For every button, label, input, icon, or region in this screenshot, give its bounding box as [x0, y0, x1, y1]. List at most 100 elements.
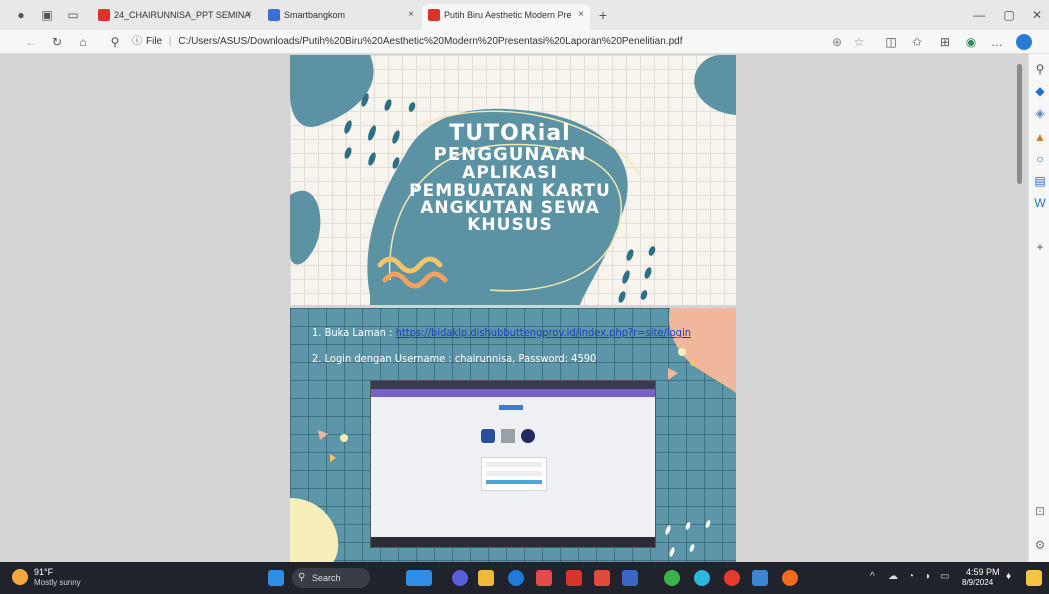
- edge-sidebar: ⚲ ◆ ◈ ▲ ○ ▤ W + ⊡ ⚙: [1028, 54, 1049, 562]
- embedded-password-field: [486, 471, 542, 476]
- minimize-button[interactable]: —: [972, 8, 986, 22]
- sidebar-people-icon[interactable]: ◈: [1033, 106, 1047, 120]
- wifi-icon[interactable]: ◔: [908, 571, 914, 582]
- pdf-icon: [428, 9, 440, 21]
- tab-label: Smartbangkom: [284, 10, 346, 20]
- tab-actions-icon[interactable]: ▭: [66, 8, 80, 22]
- embedded-header-button: [499, 405, 523, 410]
- step-1-label: 1. Buka Laman :: [312, 326, 396, 339]
- sidebar-settings-icon[interactable]: ⚙: [1033, 538, 1047, 552]
- title-line-1: TUTORial: [449, 121, 571, 146]
- weather-temp[interactable]: 91°F: [34, 567, 53, 577]
- site-icon: [268, 9, 280, 21]
- sidebar-tag-icon[interactable]: ◆: [1033, 84, 1047, 98]
- sidebar-outlook-icon[interactable]: ▤: [1033, 174, 1047, 188]
- embedded-taskbar: [371, 537, 655, 547]
- store-icon[interactable]: [536, 570, 552, 586]
- tab-label: 24_CHAIRUNNISA_PPT SEMINA: [114, 10, 251, 20]
- slide-steps-page: 1. Buka Laman : https://bidaklp.dishubbu…: [290, 308, 736, 562]
- notification-icon[interactable]: ♦: [1006, 571, 1011, 582]
- home-icon[interactable]: ⌂: [76, 35, 90, 49]
- address-bar-row: ← ↻ ⌂ ⚲ ⓘ File | C:/Users/ASUS/Downloads…: [0, 30, 1049, 54]
- clock-time[interactable]: 4:59 PM: [966, 567, 1000, 577]
- embedded-login-screenshot: [370, 380, 656, 548]
- file-explorer-icon[interactable]: [478, 570, 494, 586]
- pdf-icon: [98, 9, 110, 21]
- title-line-3: APLIKASI: [462, 163, 558, 183]
- search-icon: ⚲: [298, 572, 306, 583]
- embedded-tabbar: [371, 381, 655, 389]
- sidebar-shopping-icon[interactable]: ▲: [1033, 130, 1047, 144]
- sidebar-add-icon[interactable]: +: [1033, 240, 1047, 254]
- sidebar-screenshot-icon[interactable]: ⊡: [1033, 504, 1047, 518]
- extension-icon[interactable]: ◉: [964, 35, 978, 49]
- whatsapp-icon[interactable]: [664, 570, 680, 586]
- embedded-login-form: [481, 457, 547, 491]
- collections-icon[interactable]: ⊞: [938, 35, 952, 49]
- taskbar-search[interactable]: ⚲ Search: [292, 568, 370, 588]
- widgets-icon[interactable]: [406, 570, 432, 586]
- scrollbar-thumb[interactable]: [1017, 64, 1022, 184]
- sidebar-search-icon[interactable]: ⚲: [1033, 62, 1047, 76]
- title-line-6: KHUSUS: [467, 215, 553, 235]
- weather-desc[interactable]: Mostly sunny: [34, 578, 81, 587]
- workspaces-icon[interactable]: ▣: [40, 8, 54, 22]
- firefox-icon[interactable]: [782, 570, 798, 586]
- slide-title-page: TUTORial PENGGUNAAN APLIKASI PEMBUATAN K…: [290, 55, 736, 305]
- chrome-icon[interactable]: [724, 570, 740, 586]
- embedded-login-button: [486, 480, 542, 484]
- title-line-2: PENGGUNAAN: [433, 144, 587, 165]
- divider: |: [168, 36, 172, 47]
- tab-smartbangkom[interactable]: Smartbangkom ×: [262, 4, 420, 30]
- back-icon[interactable]: ←: [24, 35, 38, 49]
- cloud-icon[interactable]: ☁: [888, 571, 898, 582]
- close-tab-icon[interactable]: ×: [408, 4, 414, 26]
- vertical-scrollbar[interactable]: [1014, 54, 1026, 562]
- more-menu-icon[interactable]: …: [990, 35, 1004, 49]
- teams-icon[interactable]: [452, 570, 468, 586]
- profile-icon[interactable]: ●: [14, 8, 28, 22]
- edge-taskbar-icon[interactable]: [508, 570, 524, 586]
- step-2-label: 2. Login dengan Username : chairunnisa, …: [312, 352, 597, 365]
- sidebar-word-icon[interactable]: W: [1033, 196, 1047, 210]
- maximize-button[interactable]: ▢: [1002, 8, 1016, 22]
- tab-pdf-seminar[interactable]: 24_CHAIRUNNISA_PPT SEMINA ×: [92, 4, 258, 30]
- windows-taskbar: 91°F Mostly sunny ⚲ Search ^ ☁ ◔ ◑ ▭ 4:5…: [0, 562, 1049, 594]
- mail-icon[interactable]: [622, 570, 638, 586]
- volume-icon[interactable]: ◑: [924, 571, 930, 582]
- pdf-app-icon[interactable]: [566, 570, 582, 586]
- search-placeholder: Search: [312, 573, 341, 583]
- tab-active-pdf[interactable]: Putih Biru Aesthetic Modern Pre ×: [422, 4, 590, 30]
- start-icon[interactable]: [268, 570, 284, 586]
- pdf-viewer[interactable]: TUTORial PENGGUNAAN APLIKASI PEMBUATAN K…: [0, 54, 1049, 562]
- edge-beta-icon[interactable]: [694, 570, 710, 586]
- battery-icon[interactable]: ▭: [940, 571, 949, 582]
- step-1: 1. Buka Laman : https://bidaklp.dishubbu…: [312, 326, 691, 339]
- address-input[interactable]: File | C:/Users/ASUS/Downloads/Putih%20B…: [146, 33, 682, 51]
- powerpoint-icon[interactable]: [594, 570, 610, 586]
- file-label: File: [146, 36, 163, 47]
- close-tab-icon[interactable]: ×: [246, 4, 252, 26]
- copilot-icon[interactable]: [1016, 34, 1032, 50]
- search-icon[interactable]: ⚲: [108, 35, 122, 49]
- login-url-link[interactable]: https://bidaklp.dishubbuttengprov.id/ind…: [396, 326, 691, 339]
- tray-overflow-icon[interactable]: ^: [870, 571, 875, 582]
- copilot-taskbar-icon[interactable]: [1026, 570, 1042, 586]
- split-screen-icon[interactable]: ◫: [884, 35, 898, 49]
- favorite-icon[interactable]: ☆: [852, 35, 866, 49]
- sidebar-circle-icon[interactable]: ○: [1033, 152, 1047, 166]
- close-button[interactable]: ✕: [1030, 8, 1044, 22]
- close-tab-icon[interactable]: ×: [578, 4, 584, 26]
- info-icon[interactable]: ⓘ: [130, 35, 144, 49]
- embedded-logo-1: [481, 429, 495, 443]
- refresh-icon[interactable]: ↻: [50, 35, 64, 49]
- embedded-username-field: [486, 462, 542, 467]
- embedded-addressbar: [371, 389, 655, 397]
- favorites-icon[interactable]: ✩: [910, 35, 924, 49]
- tab-label: Putih Biru Aesthetic Modern Pre: [444, 10, 572, 20]
- clock-date[interactable]: 8/9/2024: [962, 578, 993, 587]
- zoom-icon[interactable]: ⊕: [830, 35, 844, 49]
- weather-icon[interactable]: [12, 569, 28, 585]
- new-tab-button[interactable]: +: [596, 8, 610, 22]
- app-icon[interactable]: [752, 570, 768, 586]
